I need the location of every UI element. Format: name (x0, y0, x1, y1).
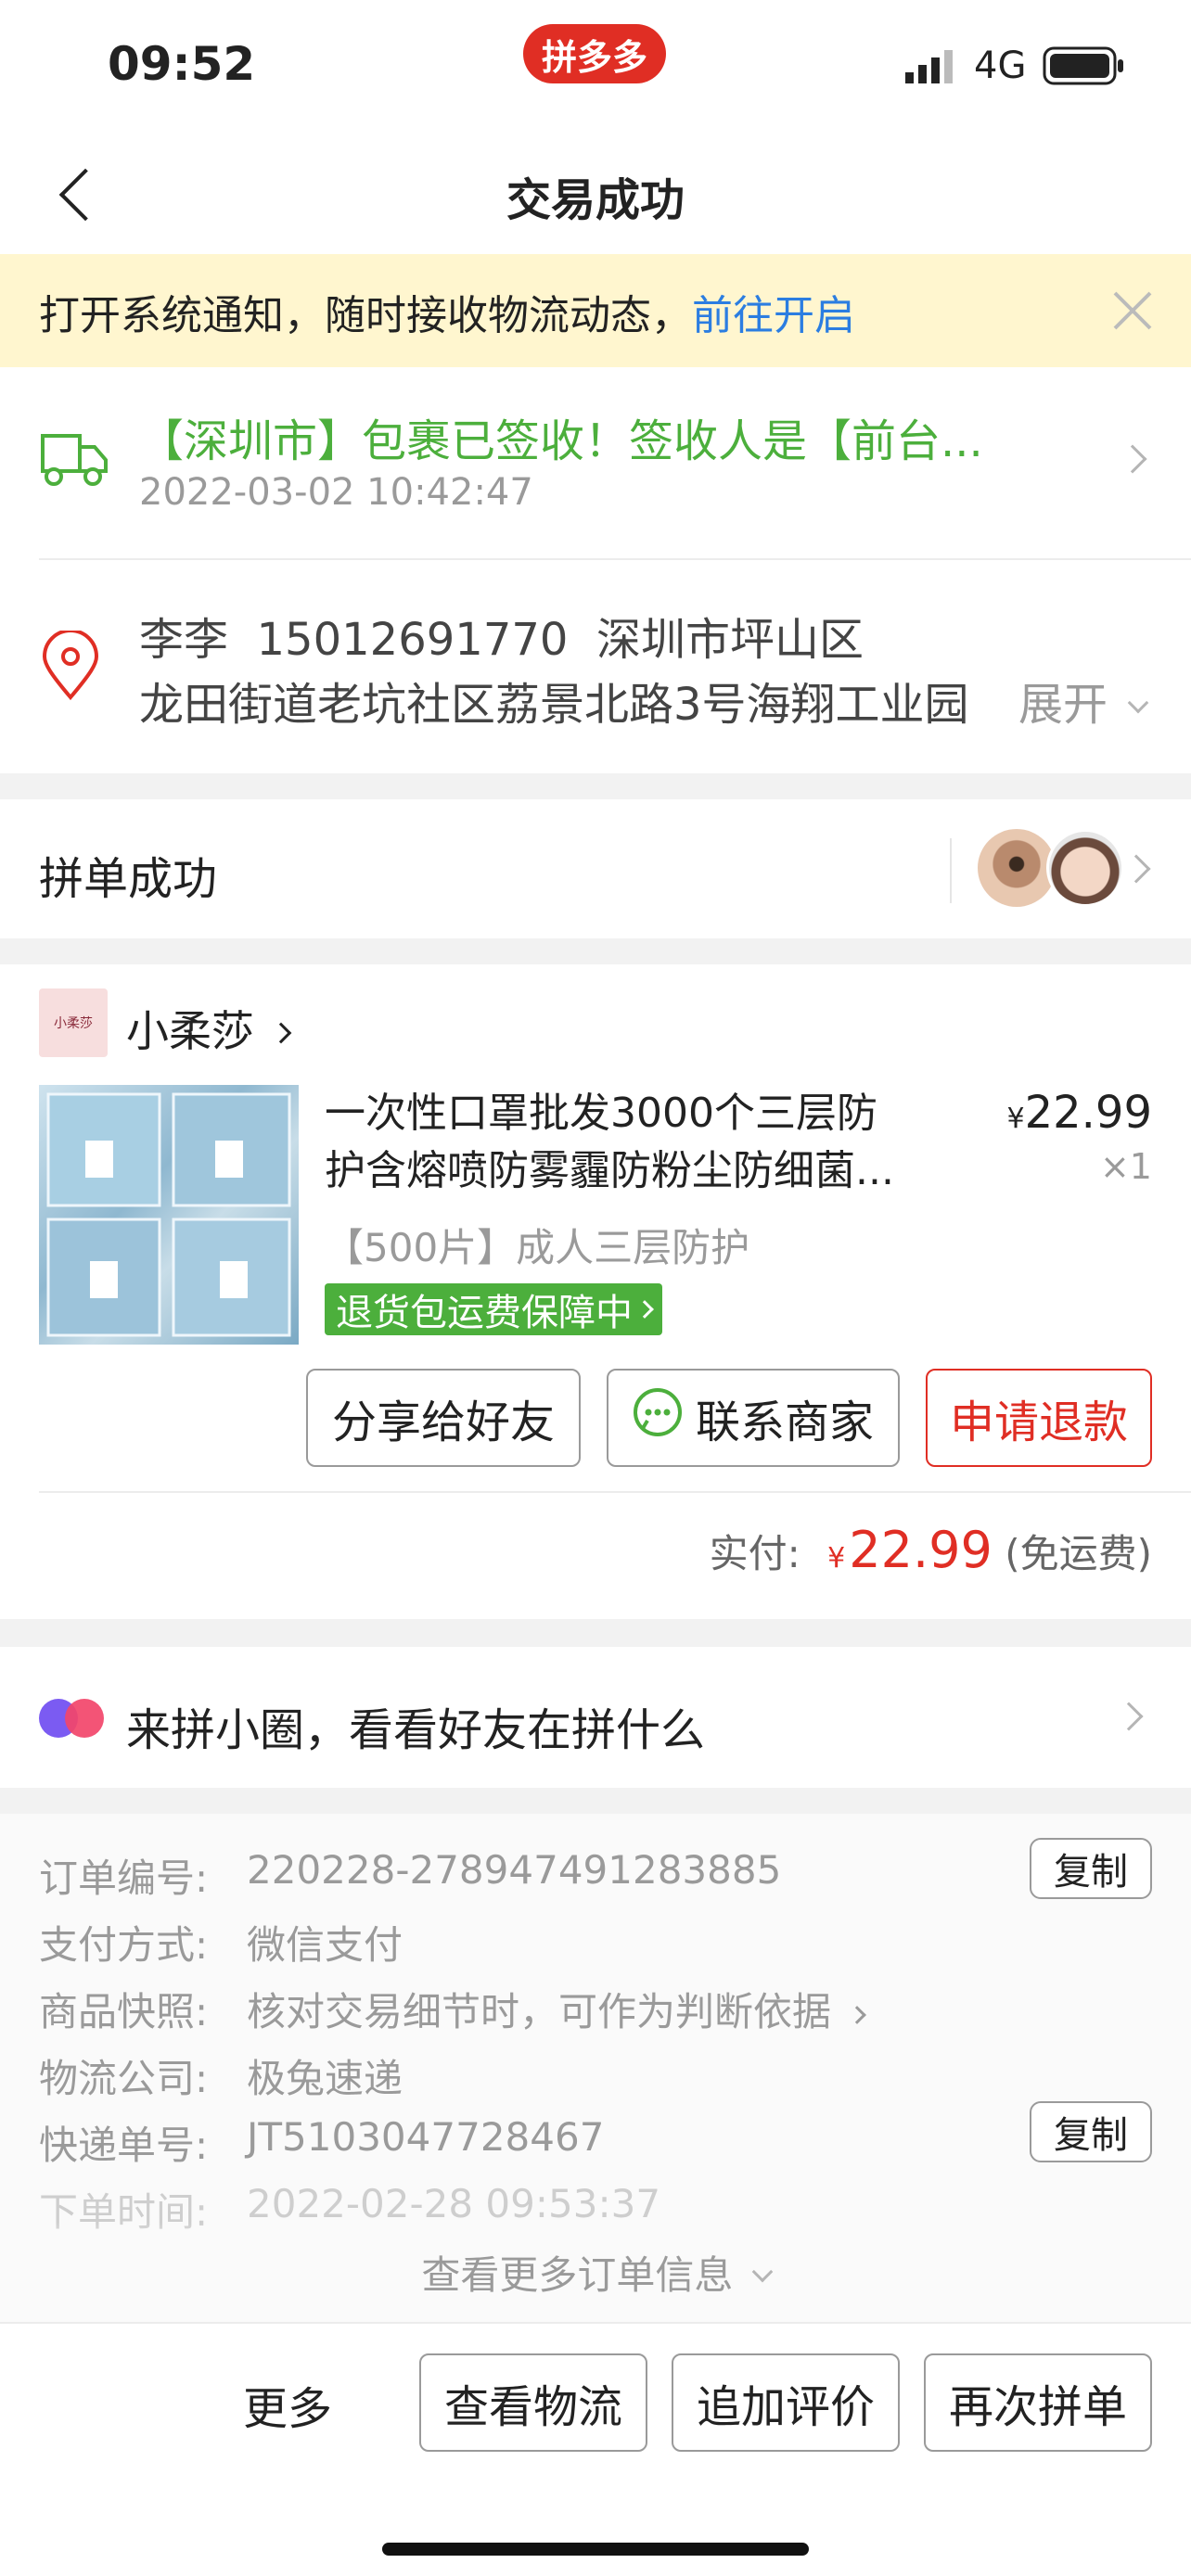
more-order-info-label: 查看更多订单信息 (421, 2252, 734, 2298)
payment-label: 实付: (709, 1531, 800, 1576)
payment-summary: 实付: ¥22.99 (免运费) (710, 1521, 1152, 1579)
product-quantity: ×1 (1099, 1146, 1152, 1187)
chevron-right-icon (1118, 444, 1147, 474)
bottom-action-bar: 更多 查看物流 追加评价 再次拼单 (0, 2322, 1191, 2576)
chevron-right-icon (1114, 1702, 1144, 1731)
home-indicator (382, 2543, 809, 2556)
tracking-number-label: 快递单号: (39, 2123, 209, 2168)
expand-address-button[interactable]: 展开 (1015, 668, 1149, 733)
product-title-line: 护含熔喷防雾霾防粉尘防细菌... (325, 1147, 894, 1194)
chevron-down-icon (1127, 692, 1149, 714)
battery-icon (1043, 46, 1126, 89)
address-contact: 李李 15012691770 深圳市坪山区 (139, 614, 864, 666)
courier-name: 极兔速递 (247, 2056, 403, 2101)
snapshot-label: 商品快照: (39, 1989, 209, 2034)
chat-icon (633, 1387, 683, 1448)
view-logistics-button[interactable]: 查看物流 (419, 2353, 647, 2452)
snapshot-link[interactable]: 核对交易细节时，可作为判断依据 (247, 1981, 867, 2037)
chevron-right-icon (1121, 854, 1151, 884)
contact-merchant-button[interactable]: 联系商家 (607, 1369, 900, 1467)
close-icon[interactable] (1109, 287, 1156, 334)
order-time: 2022-02-28 09:53:37 (247, 2181, 661, 2226)
order-card: 小柔莎 小柔莎 一次性口罩批发3000个三层防 护含熔喷防雾霾防粉尘防细菌...… (0, 964, 1191, 1619)
product-image[interactable] (39, 1085, 299, 1345)
signal-icon (905, 48, 961, 89)
reorder-button[interactable]: 再次拼单 (924, 2353, 1152, 2452)
chevron-right-icon (848, 2006, 867, 2024)
logistics-row[interactable]: 【深圳市】包裹已签收！签收人是【前台... 2022-03-02 10:42:4… (0, 367, 1191, 558)
payment-amount: 22.99 (849, 1521, 992, 1579)
shop-logo: 小柔莎 (39, 988, 108, 1057)
product-title[interactable]: 一次性口罩批发3000个三层防 护含熔喷防雾霾防粉尘防细菌... (325, 1085, 974, 1200)
add-review-button[interactable]: 追加评价 (672, 2353, 900, 2452)
logistics-status: 【深圳市】包裹已签收！签收人是【前台... (139, 415, 983, 467)
more-order-info-button[interactable]: 查看更多订单信息 (0, 2244, 1191, 2301)
delivery-card: 【深圳市】包裹已签收！签收人是【前台... 2022-03-02 10:42:4… (0, 367, 1191, 773)
address-detail: 龙田街道老坑社区荔景北路3号海翔工业园 (139, 679, 969, 731)
copy-tracking-number-button[interactable]: 复制 (1030, 2101, 1152, 2162)
status-bar: 09:52 拼多多 4G (0, 0, 1191, 130)
payment-note: (免运费) (1005, 1531, 1152, 1576)
network-label: 4G (974, 45, 1027, 87)
product-spec: 【500片】成人三层防护 (325, 1225, 750, 1270)
guarantee-label: 退货包运费保障中 (336, 1292, 633, 1334)
courier-label: 物流公司: (39, 2056, 209, 2101)
order-info-section: 订单编号: 220228-278947491283885 复制 支付方式: 微信… (0, 1814, 1191, 2322)
snapshot-text: 核对交易细节时，可作为判断依据 (247, 1989, 832, 2034)
chevron-right-icon (270, 1022, 291, 1044)
copy-order-number-button[interactable]: 复制 (1030, 1838, 1152, 1899)
group-success-label: 拼单成功 (39, 853, 218, 905)
address-row[interactable]: 李李 15012691770 深圳市坪山区 龙田街道老坑社区荔景北路3号海翔工业… (0, 560, 1191, 773)
group-card[interactable]: 拼单成功 (0, 799, 1191, 938)
logistics-time: 2022-03-02 10:42:47 (139, 471, 533, 514)
avatar (1046, 829, 1124, 907)
truck-icon (39, 427, 108, 495)
product-title-line: 一次性口罩批发3000个三层防 (325, 1090, 877, 1137)
notice-message: 打开系统通知，随时接收物流动态， (39, 292, 692, 339)
order-number: 220228-278947491283885 (247, 1847, 782, 1893)
divider (39, 1491, 1191, 1493)
shipping-guarantee-badge[interactable]: 退货包运费保障中 (325, 1283, 662, 1335)
page-title: 交易成功 (506, 174, 685, 226)
enable-notifications-link[interactable]: 前往开启 (692, 292, 855, 339)
payment-currency: ¥ (827, 1542, 846, 1575)
order-number-label: 订单编号: (39, 1855, 209, 1901)
price-value: 22.99 (1024, 1087, 1152, 1139)
chevron-right-icon (635, 1300, 654, 1319)
shop-name-label: 小柔莎 (126, 1006, 254, 1056)
refund-button[interactable]: 申请退款 (926, 1369, 1152, 1467)
app-badge: 拼多多 (523, 24, 666, 83)
friend-circle-text: 来拼小圈，看看好友在拼什么 (126, 1704, 706, 1756)
shop-name[interactable]: 小柔莎 (126, 998, 291, 1059)
status-time: 09:52 (108, 37, 256, 91)
notification-banner: 打开系统通知，随时接收物流动态，前往开启 (0, 254, 1191, 367)
chevron-down-icon (751, 2261, 774, 2283)
payment-method-label: 支付方式: (39, 1922, 209, 1968)
tracking-number: JT5103047728467 (247, 2114, 605, 2160)
divider (950, 838, 952, 903)
friend-circle-row[interactable]: 来拼小圈，看看好友在拼什么 (0, 1647, 1191, 1788)
avatar (978, 829, 1056, 907)
more-button[interactable]: 更多 (243, 2372, 332, 2437)
expand-label: 展开 (1018, 679, 1108, 731)
product-price: ¥22.99 (1006, 1087, 1152, 1139)
location-pin-icon (41, 629, 100, 705)
price-currency: ¥ (1006, 1103, 1025, 1135)
notice-text: 打开系统通知，随时接收物流动态，前往开启 (39, 282, 855, 341)
payment-method: 微信支付 (247, 1922, 403, 1968)
contact-merchant-label: 联系商家 (695, 1396, 874, 1448)
circle-logo-icon (37, 1697, 106, 1743)
nav-bar: 交易成功 (0, 130, 1191, 254)
share-button[interactable]: 分享给好友 (306, 1369, 581, 1467)
